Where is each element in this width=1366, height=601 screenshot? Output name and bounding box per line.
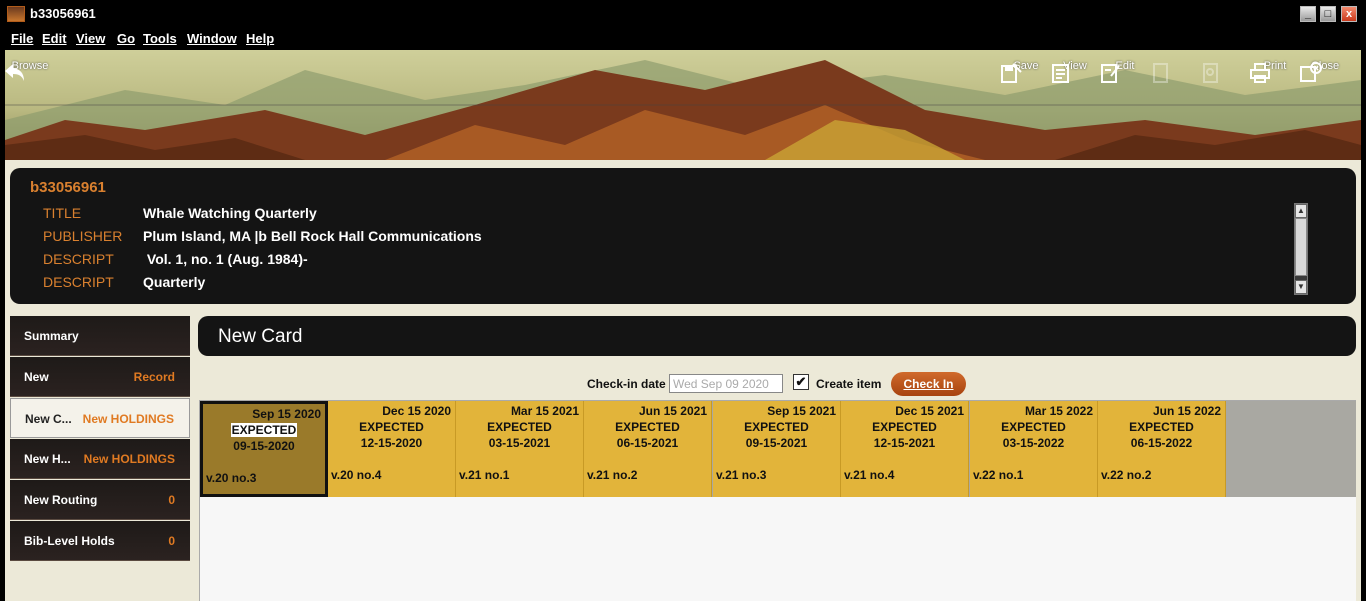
create-item-checkbox[interactable]: ✔: [793, 374, 809, 390]
bib-record-panel: b33056961 TITLE Whale Watching Quarterly…: [10, 168, 1356, 304]
save-button[interactable]: Save: [998, 58, 1054, 104]
view-button[interactable]: View: [1047, 58, 1103, 104]
checkin-date-label: Check-in date: [587, 377, 666, 391]
disabled-toolbar-button-2: [1197, 58, 1253, 104]
record-sidebar: Summary New Record New C... New HOLDINGS…: [10, 316, 191, 562]
create-item-label: Create item: [816, 377, 882, 391]
disabled-toolbar-button-1: [1147, 58, 1203, 104]
field-value-descript-1: Vol. 1, no. 1 (Aug. 1984)-: [143, 251, 308, 267]
sidebar-item-new-checkin-card[interactable]: New C... New HOLDINGS: [10, 398, 190, 438]
menu-go[interactable]: Go: [117, 31, 135, 46]
checkin-card-row: Sep 15 2020 EXPECTED 09-15-2020 v.20 no.…: [200, 401, 1356, 497]
checkin-box[interactable]: Mar 15 2021 EXPECTED 03-15-2021 v.21 no.…: [456, 401, 584, 497]
checkin-box[interactable]: Dec 15 2020 EXPECTED 12-15-2020 v.20 no.…: [328, 401, 456, 497]
sidebar-item-summary[interactable]: Summary: [10, 316, 190, 356]
view-icon: [1052, 64, 1069, 83]
field-label-descript-2: DESCRIPT: [43, 274, 114, 290]
checkin-box[interactable]: Mar 15 2022 EXPECTED 03-15-2022 v.22 no.…: [970, 401, 1098, 497]
back-arrow-icon: [5, 64, 24, 81]
maximize-button[interactable]: □: [1320, 6, 1336, 22]
field-label-descript-1: DESCRIPT: [43, 251, 114, 267]
field-value-publisher: Plum Island, MA |b Bell Rock Hall Commun…: [143, 228, 482, 244]
checkin-box[interactable]: Jun 15 2021 EXPECTED 06-15-2021 v.21 no.…: [584, 401, 712, 497]
printer-icon: [1250, 63, 1270, 83]
scroll-thumb[interactable]: [1295, 218, 1307, 276]
document-icon: [1153, 63, 1168, 83]
browse-button[interactable]: Browse: [5, 58, 58, 104]
menu-file[interactable]: File: [11, 31, 33, 46]
save-icon: [1001, 63, 1022, 83]
window-title: b33056961: [30, 6, 96, 21]
title-bar: b33056961 _ □ x: [0, 0, 1366, 28]
checkin-box[interactable]: Sep 15 2021 EXPECTED 09-15-2021 v.21 no.…: [713, 401, 841, 497]
app-icon: [7, 6, 25, 22]
menu-edit[interactable]: Edit: [42, 31, 67, 46]
check-in-button[interactable]: Check In: [891, 372, 966, 396]
field-label-title: TITLE: [43, 205, 82, 221]
scroll-down-arrow-icon[interactable]: ▼: [1295, 280, 1307, 294]
minimize-button[interactable]: _: [1300, 6, 1316, 22]
scroll-up-arrow-icon[interactable]: ▲: [1295, 204, 1307, 218]
edit-button[interactable]: Edit: [1097, 58, 1153, 104]
field-value-descript-2: Quarterly: [143, 274, 206, 290]
checkin-card-grid: Sep 15 2020 EXPECTED 09-15-2020 v.20 no.…: [199, 400, 1356, 601]
card-header-title: New Card: [218, 326, 303, 347]
document-search-icon: [1203, 63, 1218, 83]
sidebar-item-new-holdings[interactable]: New H... New HOLDINGS: [10, 439, 190, 479]
bib-record-id: b33056961: [30, 179, 106, 196]
edit-icon: [1101, 64, 1120, 83]
checkin-date-input[interactable]: [669, 374, 783, 393]
close-window-button[interactable]: x: [1341, 6, 1357, 22]
checkin-box[interactable]: Dec 15 2021 EXPECTED 12-15-2021 v.21 no.…: [841, 401, 969, 497]
close-record-icon: [1300, 62, 1322, 82]
bib-scrollbar[interactable]: ▲ ▼: [1294, 203, 1308, 295]
menu-window[interactable]: Window: [187, 31, 237, 46]
card-header: New Card: [198, 316, 1356, 356]
menu-view[interactable]: View: [76, 31, 105, 46]
sidebar-item-bib-level-holds[interactable]: Bib-Level Holds 0: [10, 521, 190, 561]
menu-tools[interactable]: Tools: [143, 31, 177, 46]
field-label-publisher: PUBLISHER: [43, 228, 123, 244]
sidebar-item-new-routing[interactable]: New Routing 0: [10, 480, 190, 520]
menu-help[interactable]: Help: [246, 31, 274, 46]
checkin-controls: Check-in date ✔ Create item Check In: [0, 372, 1366, 396]
menu-bar: File Edit View Go Tools Window Help: [0, 28, 1366, 50]
field-value-title: Whale Watching Quarterly: [143, 205, 317, 221]
close-button[interactable]: Close: [1297, 58, 1353, 104]
toolbar-banner: Browse Save View Edit Print Close: [5, 50, 1361, 160]
checkin-box[interactable]: Sep 15 2020 EXPECTED 09-15-2020 v.20 no.…: [200, 401, 328, 497]
print-button[interactable]: Print: [1247, 58, 1303, 104]
checkin-box[interactable]: Jun 15 2022 EXPECTED 06-15-2022 v.22 no.…: [1098, 401, 1226, 497]
